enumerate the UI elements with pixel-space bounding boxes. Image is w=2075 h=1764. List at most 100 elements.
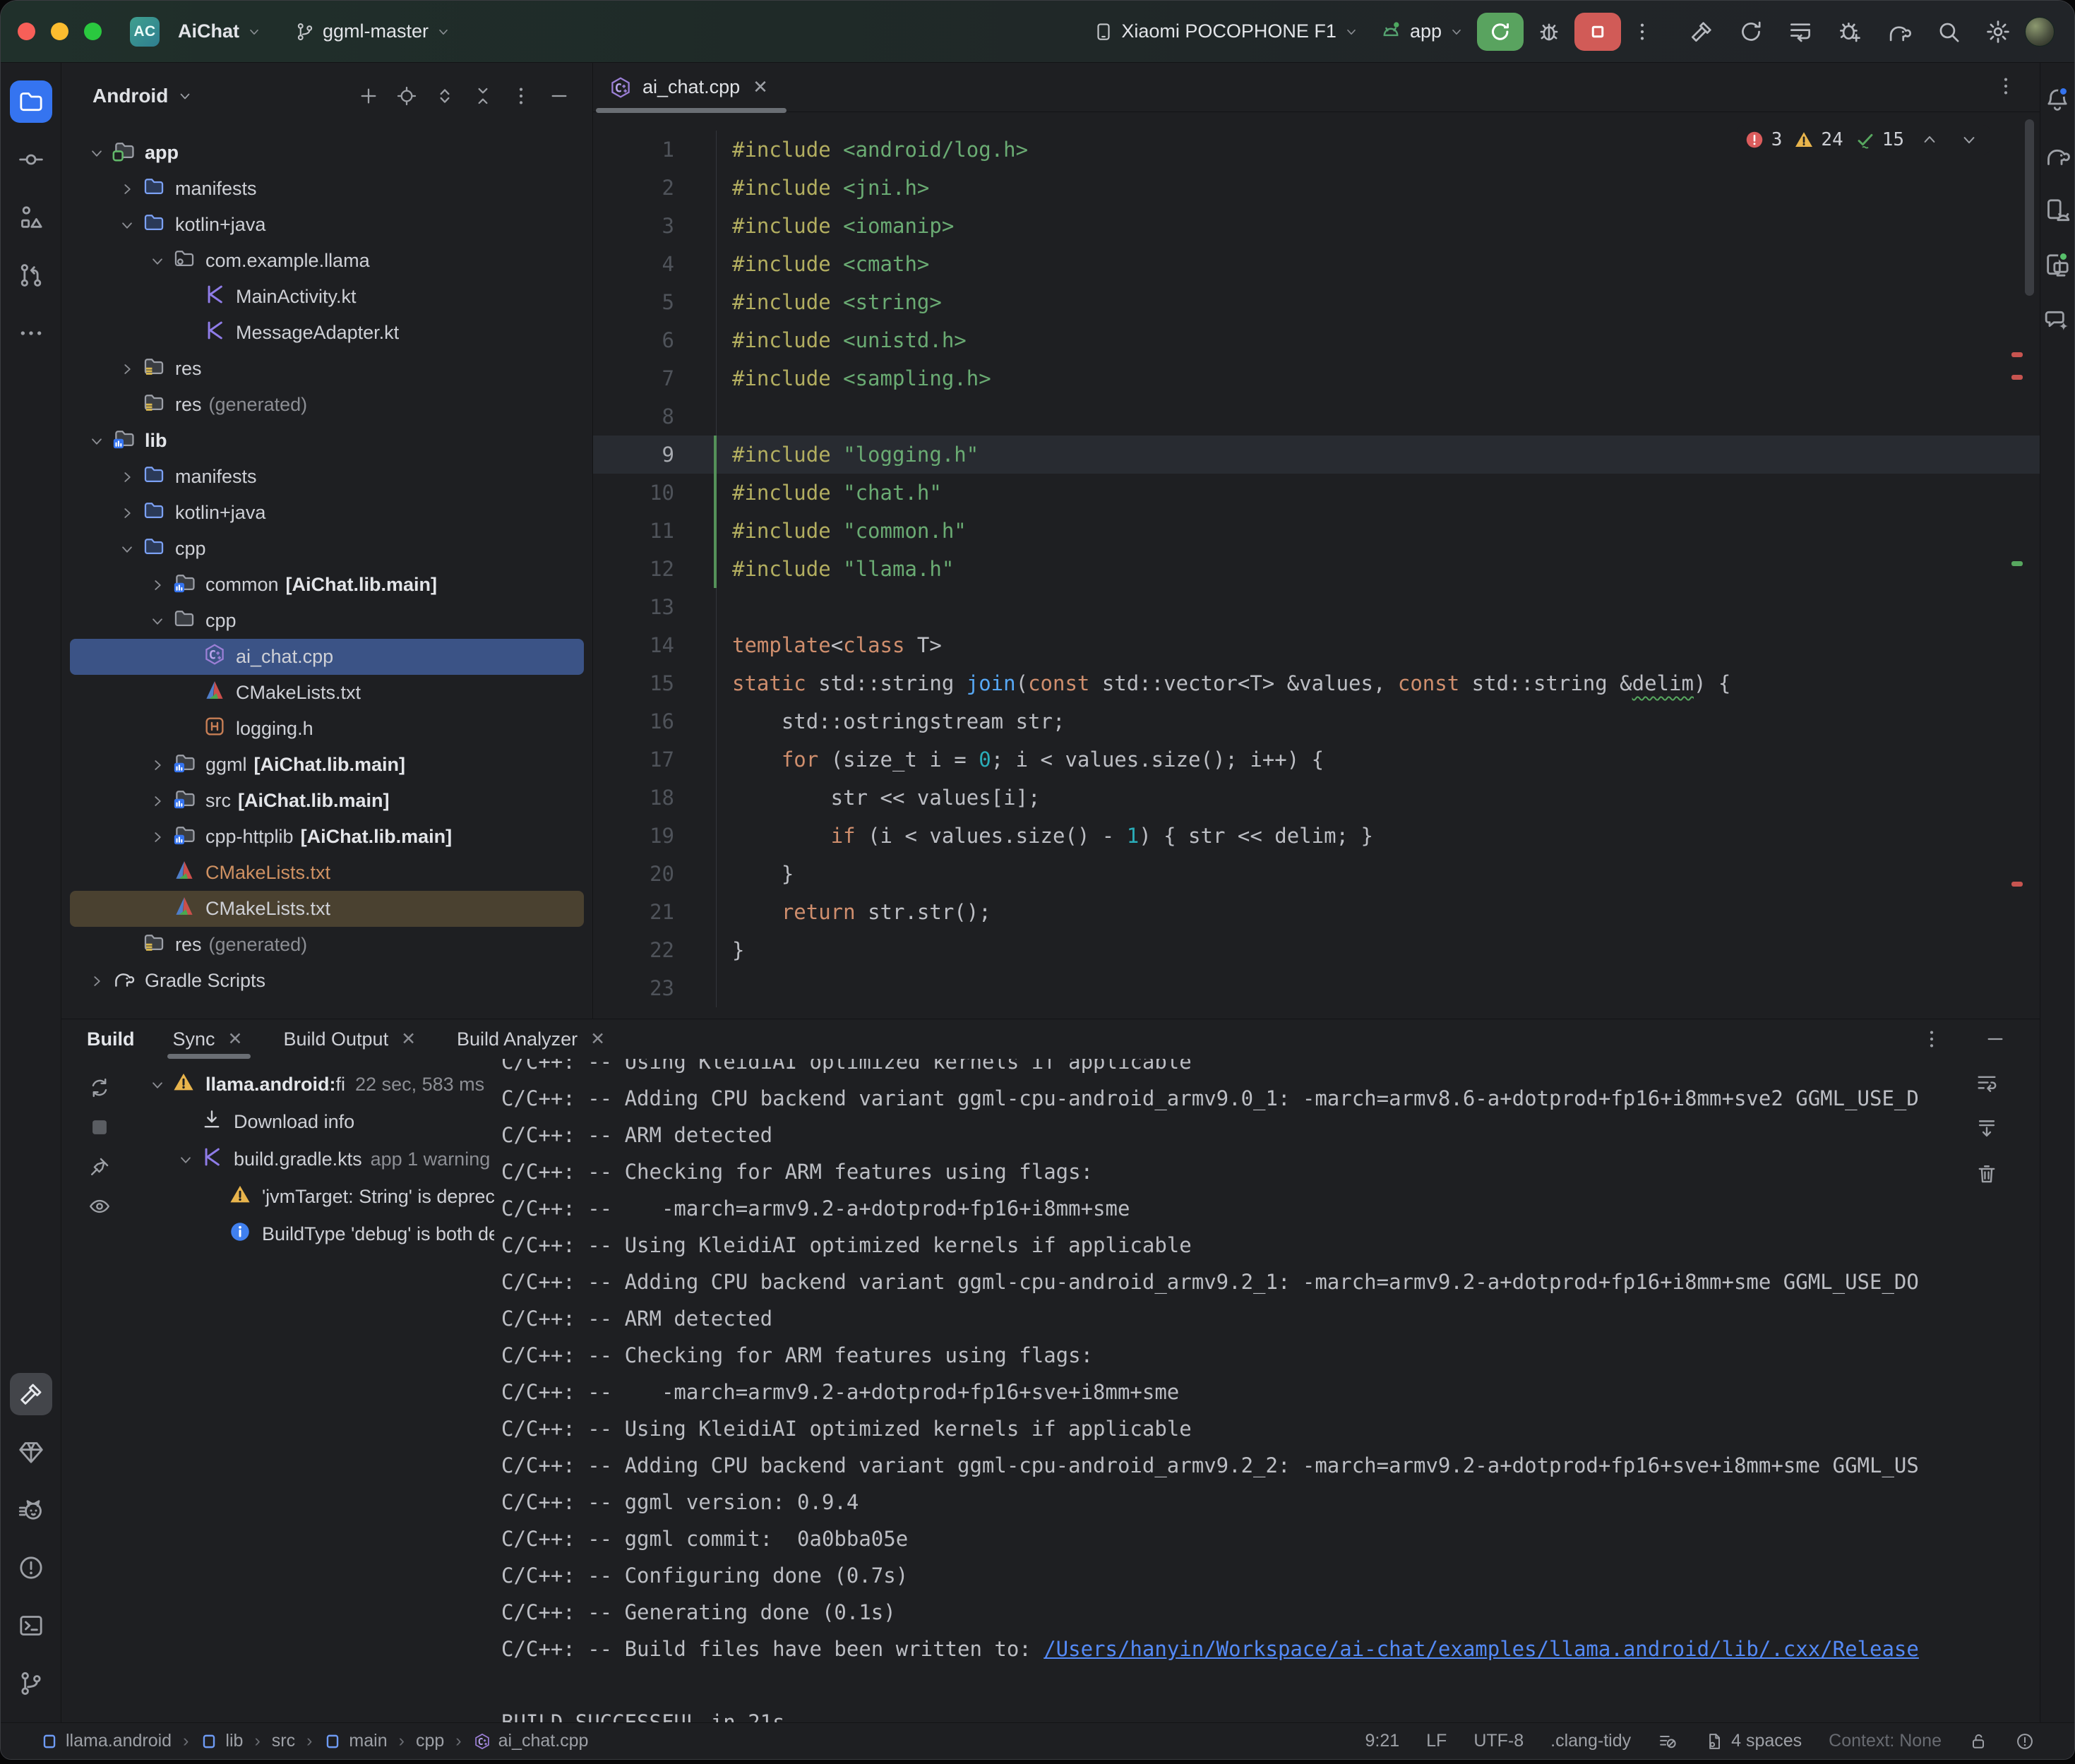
build-tab-build-output[interactable]: Build Output✕ xyxy=(277,1019,424,1059)
expand-all-button[interactable] xyxy=(429,80,461,112)
build-tab-sync[interactable]: Sync✕ xyxy=(167,1019,251,1059)
code-line-9[interactable]: 9#include "logging.h" xyxy=(593,436,2040,474)
status-4-spaces[interactable]: 4 spaces xyxy=(1704,1731,1802,1751)
code-line-4[interactable]: 4#include <cmath> xyxy=(593,245,2040,283)
close-tab-button[interactable]: ✕ xyxy=(225,1027,246,1051)
tree-item-kotlin-java[interactable]: kotlin+java xyxy=(70,495,584,531)
build-output-path-link[interactable]: /Users/hanyin/Workspace/ai-chat/examples… xyxy=(1044,1637,1919,1661)
project-view-selector[interactable]: Android xyxy=(88,84,198,108)
breadcrumb-lib[interactable]: lib xyxy=(200,1731,243,1751)
code-line-12[interactable]: 12#include "llama.h" xyxy=(593,550,2040,588)
code-line-22[interactable]: 22} xyxy=(593,931,2040,969)
run-configuration-selector[interactable]: app xyxy=(1372,14,1471,49)
tree-item-cmakelists-txt[interactable]: CMakeLists.txt xyxy=(70,855,584,891)
editor-options-button[interactable] xyxy=(1990,74,2021,100)
debug-button[interactable] xyxy=(1529,13,1569,51)
tree-item-mainactivity-kt[interactable]: MainActivity.kt xyxy=(70,279,584,315)
zoom-window-button[interactable] xyxy=(84,23,102,40)
notifications-tool-button[interactable] xyxy=(2042,80,2073,120)
pull-requests-tool-button[interactable] xyxy=(10,254,52,296)
tree-item-messageadapter-kt[interactable]: MessageAdapter.kt xyxy=(70,315,584,351)
build-tree-item-buildtype-debug-is-both-de[interactable]: BuildType 'debug' is both de xyxy=(138,1216,494,1253)
profiler-button[interactable] xyxy=(1830,13,1870,51)
error-stripe-mark[interactable] xyxy=(2011,882,2023,887)
refresh-button[interactable] xyxy=(83,1072,116,1104)
tree-item-app[interactable]: app xyxy=(70,135,584,171)
tree-item-cmakelists-txt[interactable]: CMakeLists.txt xyxy=(70,891,584,927)
code-line-2[interactable]: 2#include <jni.h> xyxy=(593,169,2040,207)
version-control-tool-button[interactable] xyxy=(10,1662,52,1705)
avatar[interactable] xyxy=(2025,17,2055,47)
status-9-21[interactable]: 9:21 xyxy=(1365,1731,1399,1751)
running-devices-tool-button[interactable] xyxy=(2042,246,2073,285)
minimize-button[interactable] xyxy=(1979,1023,2011,1055)
search-button[interactable] xyxy=(1929,13,1968,51)
stop-button[interactable] xyxy=(1574,13,1621,51)
status-clang-tidy[interactable]: .clang-tidy xyxy=(1550,1731,1631,1751)
build-tree-item-llama-android[interactable]: llama.android: fi22 sec, 583 ms xyxy=(138,1066,494,1103)
device-selector[interactable]: Xiaomi POCOPHONE F1 xyxy=(1086,15,1366,48)
eye-button[interactable] xyxy=(83,1190,116,1223)
breadcrumb-src[interactable]: src xyxy=(272,1731,295,1751)
tree-item-res[interactable]: res(generated) xyxy=(70,927,584,963)
tree-item-ai-chat-cpp[interactable]: Cai_chat.cpp xyxy=(70,639,584,675)
trash-button[interactable] xyxy=(1971,1158,2003,1190)
code-line-17[interactable]: 17 for (size_t i = 0; i < values.size();… xyxy=(593,740,2040,779)
profiler-cat-tool-button[interactable] xyxy=(10,1489,52,1531)
tree-item-ggml[interactable]: ggml[AiChat.lib.main] xyxy=(70,747,584,783)
close-tab-button[interactable]: ✕ xyxy=(587,1027,608,1051)
tree-item-gradle-scripts[interactable]: Gradle Scripts xyxy=(70,963,584,999)
code-line-7[interactable]: 7#include <sampling.h> xyxy=(593,359,2040,397)
code-line-15[interactable]: 15static std::string join(const std::vec… xyxy=(593,664,2040,702)
status-lf[interactable]: LF xyxy=(1426,1731,1447,1751)
run-configurations-button[interactable] xyxy=(1781,13,1820,51)
gradle-tool-button[interactable] xyxy=(2042,136,2073,175)
tree-item-cpp[interactable]: cpp xyxy=(70,531,584,567)
tree-item-cmakelists-txt[interactable]: CMakeLists.txt xyxy=(70,675,584,711)
device-manager-tool-button[interactable] xyxy=(2042,191,2073,230)
locate-button[interactable] xyxy=(390,80,423,112)
code-line-19[interactable]: 19 if (i < values.size() - 1) { str << d… xyxy=(593,817,2040,855)
tree-item-com-example-llama[interactable]: com.example.llama xyxy=(70,243,584,279)
rerun-button[interactable] xyxy=(1477,13,1524,51)
passed-indicator[interactable]: 15 xyxy=(1855,129,1904,150)
tree-item-cpp-httplib[interactable]: cpp-httplib[AiChat.lib.main] xyxy=(70,819,584,855)
breadcrumb-cpp[interactable]: cpp xyxy=(416,1731,444,1751)
soft-wrap-button[interactable] xyxy=(1971,1067,2003,1100)
build-tab-build-analyzer[interactable]: Build Analyzer✕ xyxy=(451,1019,614,1059)
code-line-16[interactable]: 16 std::ostringstream str; xyxy=(593,702,2040,740)
gemini-tool-button[interactable] xyxy=(2042,301,2073,340)
close-tab-button[interactable]: ✕ xyxy=(750,75,771,100)
close-window-button[interactable] xyxy=(18,23,35,40)
error-stripe-mark[interactable] xyxy=(2011,375,2023,380)
close-tab-button[interactable]: ✕ xyxy=(398,1027,419,1051)
code-line-6[interactable]: 6#include <unistd.h> xyxy=(593,321,2040,359)
code-line-3[interactable]: 3#include <iomanip> xyxy=(593,207,2040,245)
code-line-5[interactable]: 5#include <string> xyxy=(593,283,2040,321)
branch-selector[interactable]: ggml-master xyxy=(287,15,458,48)
tree-item-kotlin-java[interactable]: kotlin+java xyxy=(70,207,584,243)
status-error-outline[interactable] xyxy=(2015,1732,2035,1751)
next-problem-button[interactable] xyxy=(1955,129,1983,150)
code-line-14[interactable]: 14template<class T> xyxy=(593,626,2040,664)
project-folder-tool-button[interactable] xyxy=(10,80,52,123)
code-line-10[interactable]: 10#include "chat.h" xyxy=(593,474,2040,512)
status-utf-8[interactable]: UTF-8 xyxy=(1473,1731,1524,1751)
tree-item-common[interactable]: common[AiChat.lib.main] xyxy=(70,567,584,603)
tree-item-manifests[interactable]: manifests xyxy=(70,459,584,495)
minimize-window-button[interactable] xyxy=(51,23,68,40)
structure-tool-button[interactable] xyxy=(10,196,52,239)
more-tool-button[interactable] xyxy=(10,312,52,354)
code-line-20[interactable]: 20 } xyxy=(593,855,2040,893)
plus-button[interactable] xyxy=(352,80,385,112)
minimize-button[interactable] xyxy=(543,80,575,112)
commit-tool-button[interactable] xyxy=(10,138,52,181)
tree-item-cpp[interactable]: cpp xyxy=(70,603,584,639)
project-selector[interactable]: AiChat xyxy=(171,15,269,48)
tree-item-res[interactable]: res(generated) xyxy=(70,387,584,423)
tree-item-res[interactable]: res xyxy=(70,351,584,387)
tree-item-logging-h[interactable]: logging.h xyxy=(70,711,584,747)
sync-button[interactable] xyxy=(1731,13,1771,51)
kebab-button[interactable] xyxy=(505,80,537,112)
build-tree-item-build-gradle-kts[interactable]: build.gradle.ktsapp 1 warning xyxy=(138,1141,494,1178)
